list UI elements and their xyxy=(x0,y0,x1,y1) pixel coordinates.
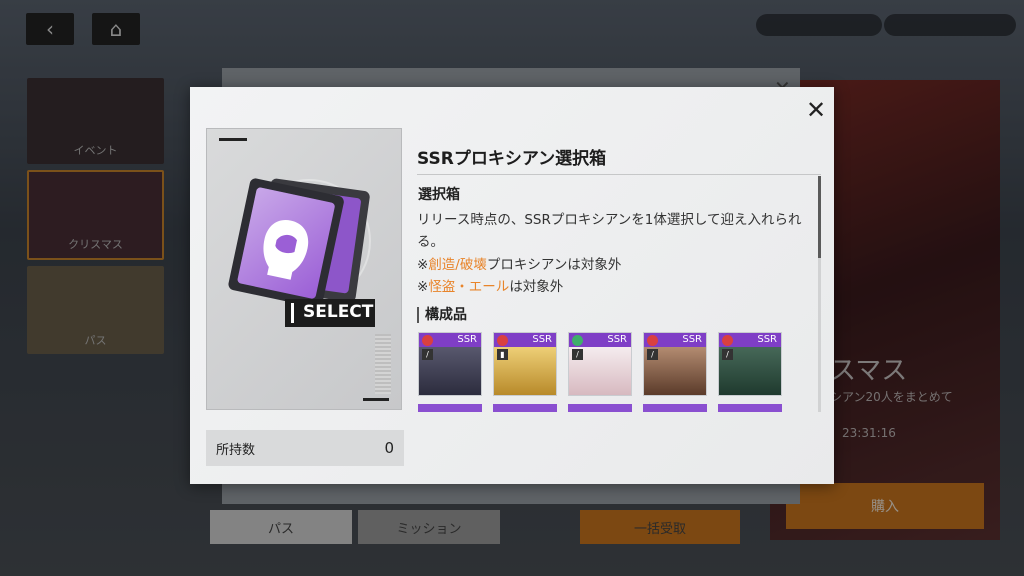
weapon-icon: / xyxy=(722,349,733,360)
note1-suffix: プロキシアンは対象外 xyxy=(486,257,622,273)
note-exclusion-2: ※怪盗・エールは対象外 xyxy=(417,275,563,295)
element-icon xyxy=(647,335,658,346)
character-card-partial[interactable] xyxy=(718,404,782,412)
character-card[interactable]: SSR / xyxy=(643,332,707,396)
character-card[interactable]: SSR / xyxy=(418,332,482,396)
select-box-icon xyxy=(228,178,375,327)
character-card[interactable]: SSR / xyxy=(568,332,632,396)
weapon-icon: / xyxy=(647,349,658,360)
owned-count: 0 xyxy=(384,439,394,457)
note1-prefix: ※ xyxy=(417,257,429,273)
element-icon xyxy=(572,335,583,346)
character-card-partial[interactable] xyxy=(568,404,632,412)
weapon-icon: / xyxy=(422,349,433,360)
note1-highlight: 創造/破壊 xyxy=(428,257,487,273)
note-exclusion-1: ※創造/破壊プロキシアンは対象外 xyxy=(417,253,621,273)
element-icon xyxy=(722,335,733,346)
character-card-partial[interactable] xyxy=(418,404,482,412)
shield-icon: ▮ xyxy=(497,349,508,360)
owned-count-row: 所持数 0 xyxy=(206,430,404,466)
note2-suffix: は対象外 xyxy=(509,279,564,295)
note2-prefix: ※ xyxy=(417,279,429,295)
character-card-partial[interactable] xyxy=(493,404,557,412)
owned-label: 所持数 xyxy=(216,442,256,458)
item-description: リリース時点の、SSRプロキシアンを1体選択して迎え入れられる。 xyxy=(417,212,802,250)
item-preview: SELECT xyxy=(206,128,402,410)
element-icon xyxy=(497,335,508,346)
select-tag-label: SELECT xyxy=(303,302,374,322)
weapon-icon: / xyxy=(572,349,583,360)
scrollbar-thumb[interactable] xyxy=(818,176,821,258)
components-heading: 構成品 xyxy=(417,307,467,323)
barcode-decoration xyxy=(375,334,391,394)
character-card[interactable]: SSR ▮ xyxy=(493,332,557,396)
character-card[interactable]: SSR / xyxy=(718,332,782,396)
element-icon xyxy=(422,335,433,346)
dialog-title: SSRプロキシアン選択箱 xyxy=(417,149,607,169)
character-card-partial[interactable] xyxy=(643,404,707,412)
title-divider xyxy=(417,174,821,175)
note2-highlight: 怪盗・エール xyxy=(428,279,510,295)
item-type-heading: 選択箱 xyxy=(418,187,460,203)
close-icon[interactable]: ✕ xyxy=(805,98,827,122)
panel-bottom-bar xyxy=(363,398,389,401)
